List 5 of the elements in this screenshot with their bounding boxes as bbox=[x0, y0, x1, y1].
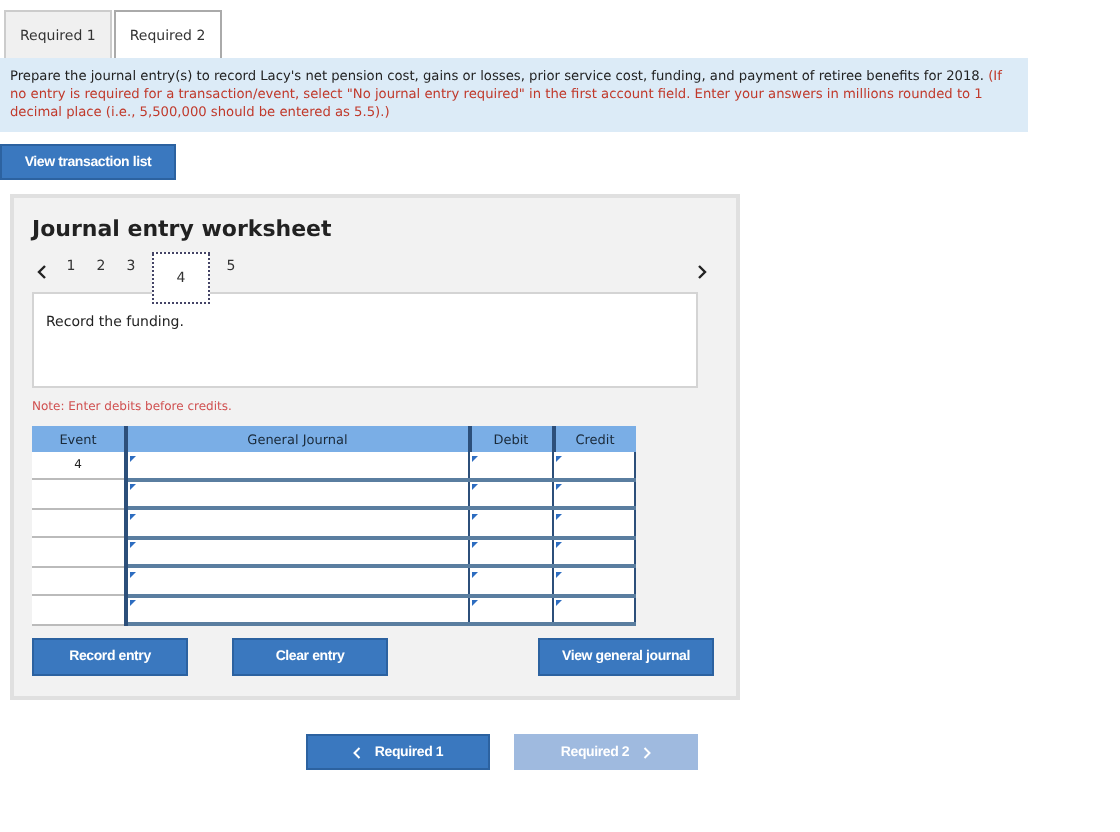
chevron-left-icon bbox=[352, 745, 363, 759]
chevron-right-icon[interactable] bbox=[696, 264, 708, 280]
worksheet-title: Journal entry worksheet bbox=[32, 216, 334, 242]
chevron-right-icon bbox=[641, 745, 652, 759]
chevron-left-icon[interactable] bbox=[36, 264, 48, 280]
